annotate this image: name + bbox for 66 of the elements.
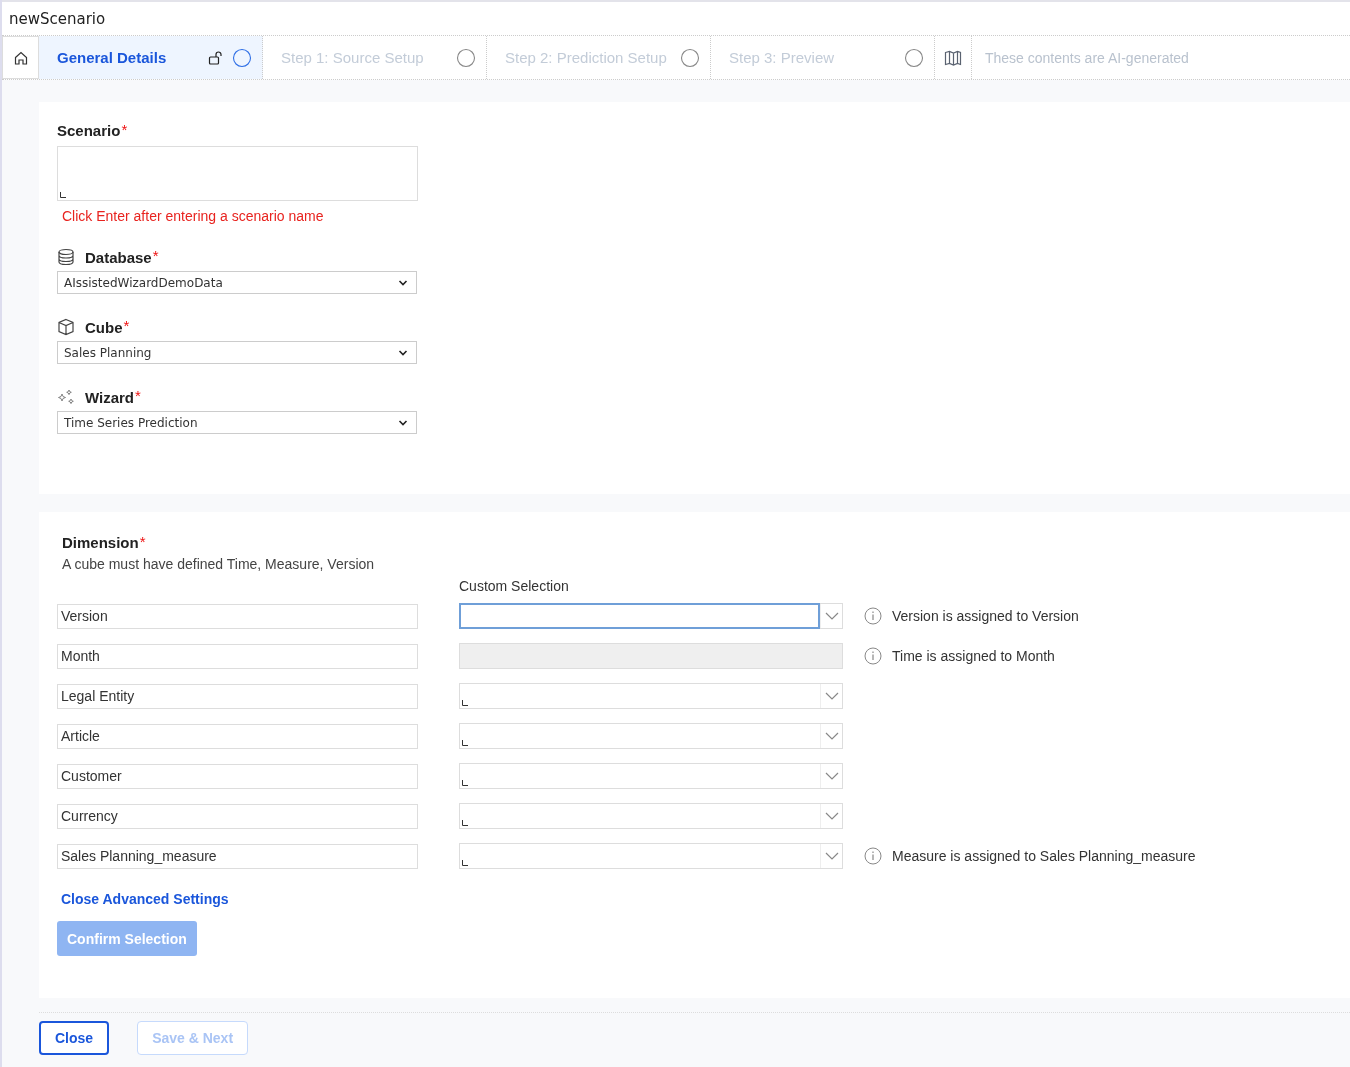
- info-text: Time is assigned to Month: [892, 648, 1055, 664]
- description-text: A cube must have defined Time, Measure, Version: [62, 556, 376, 572]
- field-label: Database: [85, 248, 152, 266]
- dimension-field[interactable]: Month: [57, 643, 418, 669]
- ai-notice: These contents are AI-generated: [984, 49, 1189, 66]
- circle-icon: [904, 47, 924, 68]
- sparkle-icon: [57, 388, 75, 406]
- window-title: newScenario: [9, 9, 106, 28]
- home-button[interactable]: [2, 36, 39, 79]
- selection-dropdown[interactable]: [459, 723, 843, 749]
- chevron-down-icon: [824, 772, 839, 780]
- resize-grip-icon: [462, 860, 468, 866]
- hint-text: Click Enter after entering a scenario name: [62, 208, 325, 224]
- selection-dropdown[interactable]: [459, 803, 843, 829]
- resize-grip-icon: [462, 820, 468, 826]
- home-icon: [13, 50, 28, 65]
- step-tab[interactable]: General Details: [39, 36, 263, 79]
- chevron-down-icon: [398, 419, 408, 426]
- dimension-field[interactable]: Article: [57, 723, 418, 749]
- info-text: Measure is assigned to Sales Planning_measure: [892, 848, 1196, 864]
- dimension-field[interactable]: Sales Planning_measure: [57, 843, 418, 869]
- chevron-down-icon: [824, 692, 839, 700]
- dimension-field[interactable]: Currency: [57, 803, 418, 829]
- chevron-down-icon: [824, 812, 839, 820]
- cube-icon: [57, 318, 75, 336]
- close-button[interactable]: Close: [39, 1021, 110, 1055]
- field-label: Wizard: [85, 388, 135, 406]
- info-icon: [864, 847, 882, 865]
- info-icon: [864, 647, 882, 665]
- selection-dropdown[interactable]: [459, 683, 843, 709]
- dimension-field[interactable]: Customer: [57, 763, 418, 789]
- database-icon: [57, 248, 75, 266]
- info-icon: [864, 607, 882, 625]
- field-label: Cube: [85, 318, 123, 336]
- required-mark: *: [135, 388, 141, 403]
- required-mark: *: [121, 122, 128, 137]
- advanced-settings-link[interactable]: Close Advanced Settings: [61, 891, 229, 907]
- dropdown[interactable]: Sales Planning: [57, 341, 417, 364]
- chevron-down-icon: [824, 612, 839, 620]
- resize-grip-icon: [462, 700, 468, 706]
- circle-icon: [680, 47, 700, 68]
- chevron-down-icon: [398, 279, 408, 286]
- book-icon: [944, 49, 962, 66]
- resize-grip-icon: [462, 780, 468, 786]
- field-label: Scenario: [57, 122, 121, 139]
- selection-dropdown[interactable]: [459, 603, 843, 629]
- dimension-field[interactable]: Legal Entity: [57, 683, 418, 709]
- circle-icon: [456, 47, 476, 68]
- required-mark: *: [139, 534, 146, 549]
- chevron-down-icon: [398, 349, 408, 356]
- chevron-down-icon: [824, 732, 839, 740]
- resize-grip-icon: [462, 740, 468, 746]
- scenario-field[interactable]: [57, 146, 418, 201]
- circle-icon: [232, 47, 252, 68]
- required-mark: *: [123, 318, 130, 333]
- column-header: Custom Selection: [459, 578, 570, 594]
- resize-grip-icon: [60, 192, 66, 198]
- dimension-field[interactable]: Version: [57, 603, 418, 629]
- info-text: Version is assigned to Version: [892, 608, 1079, 624]
- dropdown[interactable]: Time Series Prediction: [57, 411, 417, 434]
- required-mark: *: [152, 248, 159, 263]
- selection-dropdown[interactable]: [459, 763, 843, 789]
- dropdown[interactable]: AIssistedWizardDemoData: [57, 271, 417, 294]
- selection-dropdown[interactable]: [459, 843, 843, 869]
- section-title: Dimension: [62, 534, 139, 551]
- chevron-down-icon: [824, 852, 839, 860]
